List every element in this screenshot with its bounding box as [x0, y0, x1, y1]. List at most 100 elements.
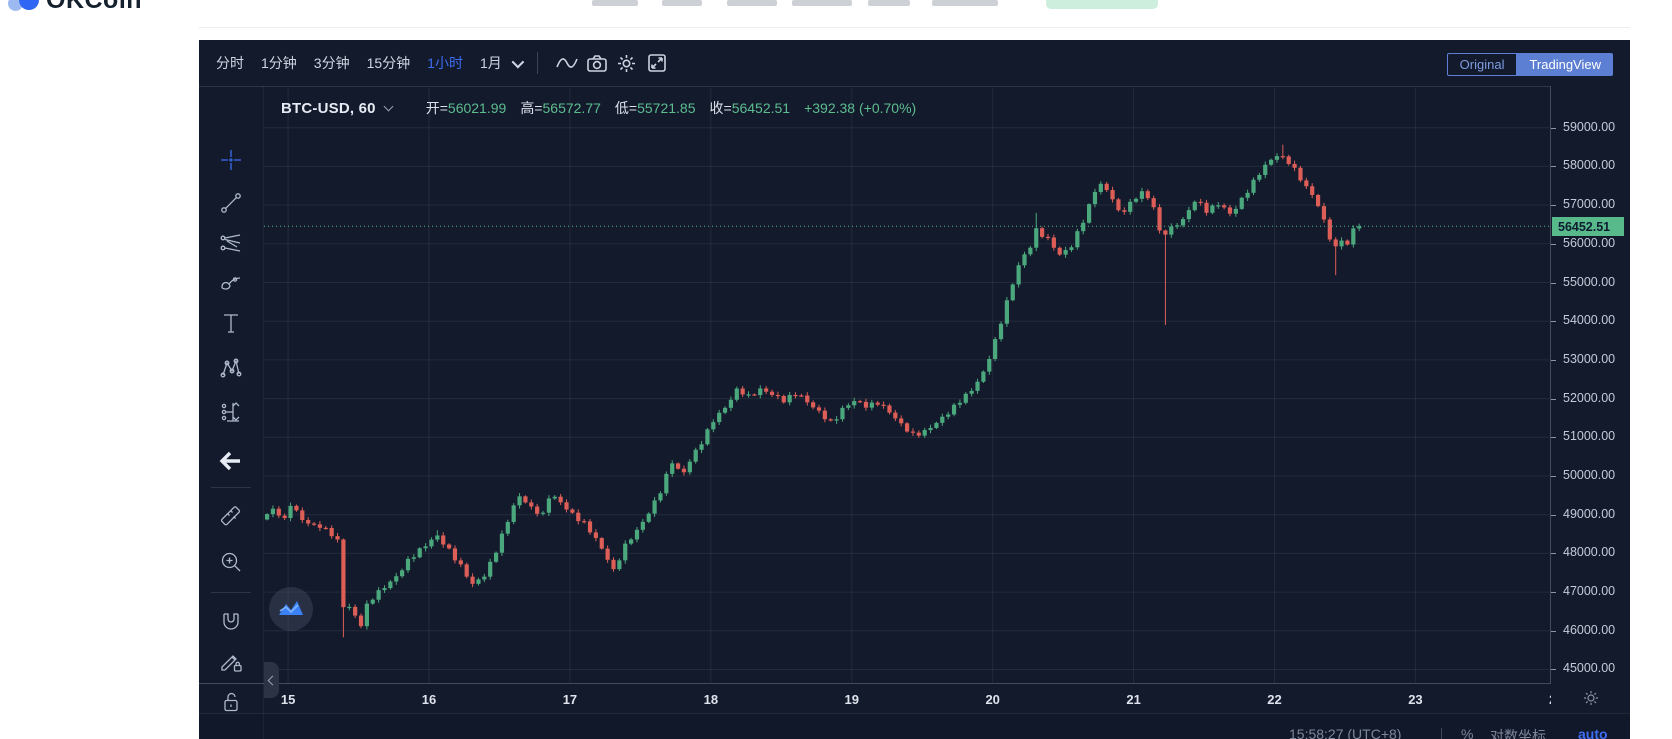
price-tick-label: 51000.00	[1563, 429, 1616, 444]
text-icon[interactable]	[217, 309, 245, 337]
timeframe-分时[interactable]: 分时	[216, 53, 244, 73]
price-tick-mark	[1551, 437, 1556, 439]
price-tick-label: 58000.00	[1563, 158, 1616, 173]
price-tick-label: 56000.00	[1563, 235, 1616, 250]
chart-legend: BTC-USD, 60 开=56021.99 高=56572.77 低=55721.…	[281, 98, 916, 118]
time-tick-label-22: 22	[1267, 692, 1282, 707]
price-tick-mark	[1551, 243, 1556, 245]
log-scale-button[interactable]: 对数坐标	[1490, 726, 1546, 739]
timeframe-1月[interactable]: 1月	[480, 53, 502, 73]
sidebar-collapse-tab[interactable]	[264, 662, 279, 698]
ohlc-values: 开=56021.99 高=56572.77 低=55721.85 收=56452.51	[426, 98, 790, 118]
nav-button-remnant[interactable]	[1046, 0, 1158, 9]
prediction-icon[interactable]	[217, 398, 245, 426]
time-tick-label-17: 17	[562, 692, 578, 707]
timeframe-3分钟[interactable]: 3分钟	[314, 53, 350, 73]
back-arrow-icon[interactable]	[217, 448, 245, 476]
fullscreen-icon[interactable]	[642, 49, 672, 77]
pencil-lock-icon[interactable]	[217, 648, 245, 676]
chart-style-icon[interactable]	[552, 49, 582, 77]
time-axis[interactable]: 15161718192021222324	[199, 683, 1630, 714]
percent-scale-button[interactable]: %	[1461, 726, 1473, 739]
price-tick-mark	[1551, 475, 1556, 477]
timeframe-1分钟[interactable]: 1分钟	[261, 53, 297, 73]
timeframe-1小时[interactable]: 1小时	[427, 53, 463, 73]
ohlc-item: 高=56572.77	[520, 100, 601, 116]
price-tick-label: 48000.00	[1563, 545, 1616, 560]
toolbar-separator	[536, 52, 538, 74]
last-price-tag: 56452.51	[1552, 217, 1624, 237]
price-tick-mark	[1551, 321, 1556, 323]
price-tick-label: 50000.00	[1563, 467, 1616, 482]
clock-label: 15:58:27 (UTC+8)	[1289, 726, 1402, 739]
auto-scale-button[interactable]: auto	[1578, 726, 1608, 739]
price-tick-label: 53000.00	[1563, 351, 1616, 366]
header-divider	[199, 27, 1630, 28]
pattern-icon[interactable]	[217, 354, 245, 382]
okcoin-trading-page: OKCoin 分时 1分钟 3分钟 15分钟 1小时 1月 Original T…	[0, 0, 1672, 739]
snapshot-camera-icon[interactable]	[582, 49, 612, 77]
zoom-in-icon[interactable]	[217, 548, 245, 576]
nav-item-remnant[interactable]	[592, 0, 638, 6]
nav-item-remnant[interactable]	[932, 0, 998, 6]
tradingview-mode-button[interactable]: TradingView	[1517, 53, 1613, 76]
time-tick-label-19: 19	[844, 692, 859, 707]
ruler-icon[interactable]	[217, 503, 245, 531]
chart-panel: 分时 1分钟 3分钟 15分钟 1小时 1月 Original TradingView B…	[199, 40, 1630, 739]
price-tick-mark	[1551, 630, 1556, 632]
chevron-left-icon	[267, 675, 278, 685]
nav-item-remnant[interactable]	[792, 0, 852, 6]
price-tick-label: 59000.00	[1563, 119, 1616, 134]
price-tick-label: 45000.00	[1563, 661, 1616, 676]
price-tick-mark	[1551, 282, 1556, 284]
crosshair-icon[interactable]	[217, 146, 245, 174]
price-tick-label: 46000.00	[1563, 622, 1616, 637]
price-tick-label: 57000.00	[1563, 197, 1616, 212]
nav-item-remnant[interactable]	[727, 0, 777, 6]
status-separator	[1441, 728, 1442, 739]
ohlc-item: 开=56021.99	[425, 100, 507, 116]
price-tick-mark	[1551, 398, 1556, 400]
sidebar-divider	[211, 487, 251, 488]
nav-item-remnant[interactable]	[662, 0, 702, 6]
brush-icon[interactable]	[217, 269, 245, 297]
ohlc-item: 收=56452.51	[709, 100, 791, 116]
timeframe-group: 分时 1分钟 3分钟 15分钟 1小时 1月	[216, 53, 502, 73]
drawing-tools-sidebar	[199, 86, 264, 739]
candlestick-chart[interactable]	[264, 88, 1550, 683]
symbol-dropdown-caret[interactable]	[383, 101, 394, 112]
price-tick-mark	[1551, 205, 1556, 207]
axis-corner	[1551, 683, 1630, 713]
price-tick-label: 49000.00	[1563, 506, 1616, 521]
price-tick-mark	[1551, 514, 1556, 516]
price-change-label: +392.38 (+0.70%)	[804, 100, 917, 116]
axis-settings-gear-icon[interactable]	[1583, 690, 1599, 706]
chart-settings-icon[interactable]	[612, 49, 642, 77]
lock-icon[interactable]	[217, 688, 245, 716]
logo-text: OKCoin	[46, 0, 143, 14]
original-mode-button[interactable]: Original	[1446, 53, 1518, 76]
time-tick-label-20: 20	[985, 692, 1000, 707]
gann-fib-icon[interactable]	[217, 229, 245, 257]
symbol-label[interactable]: BTC-USD, 60	[281, 100, 376, 117]
price-tick-mark	[1551, 127, 1556, 129]
time-tick-label-18: 18	[703, 692, 719, 707]
nav-item-remnant[interactable]	[868, 0, 910, 6]
chart-mode-toggle: Original TradingView	[1446, 53, 1613, 76]
site-header: OKCoin	[0, 0, 1672, 40]
timeframe-15分钟[interactable]: 15分钟	[367, 53, 411, 73]
trend-line-icon[interactable]	[217, 189, 245, 217]
timeframe-dropdown-caret[interactable]	[511, 55, 525, 68]
price-tick-mark	[1551, 359, 1556, 361]
price-tick-mark	[1551, 669, 1556, 671]
tradingview-watermark-logo	[269, 587, 313, 631]
ohlc-item: 低=55721.85	[614, 100, 696, 116]
sidebar-divider	[211, 592, 251, 593]
price-tick-label: 47000.00	[1563, 584, 1616, 599]
magnet-icon[interactable]	[217, 608, 245, 636]
price-tick-mark	[1551, 592, 1556, 594]
price-axis[interactable]: 59000.00 58000.00 57000.00 56000.00 55000.00…	[1550, 86, 1630, 683]
price-tick-label: 52000.00	[1563, 390, 1616, 405]
time-tick-label-16: 16	[421, 692, 437, 707]
chart-toolbar: 分时 1分钟 3分钟 15分钟 1小时 1月 Original TradingView	[199, 40, 1630, 87]
